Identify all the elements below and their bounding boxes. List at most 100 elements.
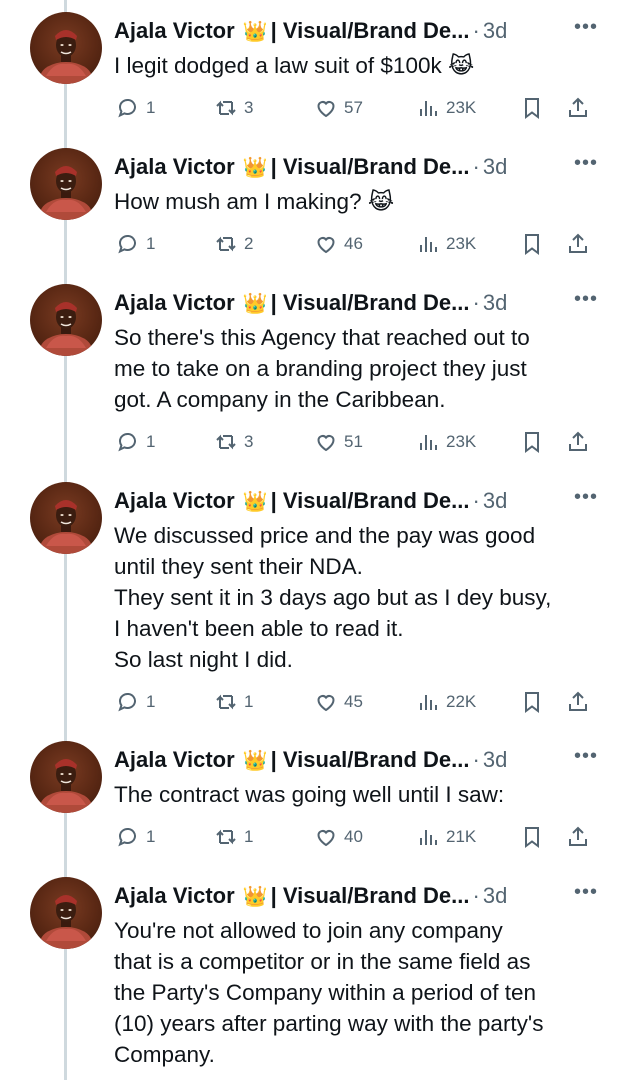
reply-button[interactable]: 1 [116, 822, 155, 852]
retweet-icon [214, 690, 238, 714]
like-icon [314, 690, 338, 714]
like-count: 46 [344, 234, 363, 253]
retweet-icon [214, 825, 238, 849]
author-name[interactable]: Ajala Victor [114, 488, 235, 514]
share-button[interactable] [566, 822, 590, 852]
like-button[interactable]: 40 [314, 822, 363, 852]
bookmark-button[interactable] [520, 93, 544, 123]
timestamp[interactable]: 3d [483, 488, 507, 514]
tweet-text-line: I legit dodged a law suit of $100k 😹 [114, 53, 475, 78]
more-icon[interactable]: ••• [574, 16, 598, 39]
reply-icon [116, 690, 140, 714]
author-name[interactable]: Ajala Victor [114, 290, 235, 316]
avatar[interactable] [30, 148, 102, 220]
tweet-body: How mush am I making? 😹 [114, 186, 592, 217]
tweet-text-line: got. A company in the Caribbean. [114, 387, 446, 412]
retweet-button[interactable]: 3 [214, 427, 253, 457]
avatar[interactable] [30, 12, 102, 84]
timestamp[interactable]: 3d [483, 747, 507, 773]
tweet-text-line: me to take on a branding project they ju… [114, 356, 527, 381]
tweet-header: Ajala Victor 👑 | Visual/Brand De... · 3d [114, 14, 614, 48]
like-button[interactable]: 45 [314, 687, 363, 717]
more-icon[interactable]: ••• [574, 486, 598, 509]
reply-count: 1 [146, 234, 156, 253]
like-count: 45 [344, 692, 363, 711]
avatar[interactable] [30, 741, 102, 813]
like-icon [314, 232, 338, 256]
tweet-text-line: They sent it in 3 days ago but as I dey … [114, 585, 552, 610]
tweet-text-line: the Party's Company within a period of t… [114, 980, 537, 1005]
like-button[interactable]: 51 [314, 427, 363, 457]
timestamp[interactable]: 3d [483, 290, 507, 316]
bookmark-button[interactable] [520, 822, 544, 852]
tweet-header: Ajala Victor 👑 | Visual/Brand De... · 3d [114, 879, 614, 913]
tweet-text-line: How mush am I making? 😹 [114, 189, 395, 214]
separator-dot: · [472, 154, 480, 179]
bookmark-button[interactable] [520, 427, 544, 457]
share-button[interactable] [566, 427, 590, 457]
timestamp[interactable]: 3d [483, 154, 507, 180]
avatar[interactable] [30, 284, 102, 356]
views-button[interactable]: 23K [416, 427, 476, 457]
separator-dot: · [472, 747, 480, 772]
retweet-button[interactable]: 3 [214, 93, 253, 123]
timestamp[interactable]: 3d [483, 883, 507, 909]
views-button[interactable]: 23K [416, 93, 476, 123]
separator-dot: · [472, 488, 480, 513]
bookmark-icon [520, 690, 544, 714]
avatar[interactable] [30, 482, 102, 554]
crown-emoji: 👑 [242, 885, 268, 908]
bookmark-button[interactable] [520, 229, 544, 259]
more-icon[interactable]: ••• [574, 152, 598, 175]
author-title: | Visual/Brand De... [270, 488, 470, 513]
crown-emoji: 👑 [242, 490, 268, 513]
views-count: 23K [446, 432, 477, 451]
reply-button[interactable]: 1 [116, 229, 155, 259]
share-icon [566, 690, 590, 714]
avatar[interactable] [30, 877, 102, 949]
views-button[interactable]: 21K [416, 822, 476, 852]
tweet-body: We discussed price and the pay was good u… [114, 520, 592, 675]
retweet-button[interactable]: 1 [214, 687, 253, 717]
like-button[interactable]: 46 [314, 229, 363, 259]
retweet-button[interactable]: 1 [214, 822, 253, 852]
author-name[interactable]: Ajala Victor [114, 883, 235, 909]
tweet-body: The contract was going well until I saw: [114, 779, 592, 810]
crown-emoji: 👑 [242, 156, 268, 179]
tweet-text-line: So last night I did. [114, 647, 293, 672]
like-icon [314, 96, 338, 120]
share-button[interactable] [566, 687, 590, 717]
bookmark-button[interactable] [520, 687, 544, 717]
tweet-body: You're not allowed to join any company th… [114, 915, 592, 1070]
author-name[interactable]: Ajala Victor [114, 154, 235, 180]
like-icon [314, 825, 338, 849]
share-icon [566, 96, 590, 120]
more-icon[interactable]: ••• [574, 745, 598, 768]
bookmark-icon [520, 232, 544, 256]
author-name[interactable]: Ajala Victor [114, 18, 235, 44]
bookmark-icon [520, 825, 544, 849]
tweet-actions: 1 3 51 23K [114, 427, 592, 457]
tweet-text-line: We discussed price and the pay was good [114, 523, 536, 548]
tweet-actions: 1 1 45 22K [114, 687, 592, 717]
share-button[interactable] [566, 229, 590, 259]
more-icon[interactable]: ••• [574, 881, 598, 904]
retweet-icon [214, 96, 238, 120]
views-button[interactable]: 22K [416, 687, 476, 717]
tweet-text-line: You're not allowed to join any company [114, 918, 503, 943]
reply-button[interactable]: 1 [116, 687, 155, 717]
separator-dot: · [472, 290, 480, 315]
tweet-body: So there's this Agency that reached out … [114, 322, 592, 415]
tweet-text-line: until they sent their NDA. [114, 554, 363, 579]
views-button[interactable]: 23K [416, 229, 476, 259]
more-icon[interactable]: ••• [574, 288, 598, 311]
reply-button[interactable]: 1 [116, 93, 155, 123]
views-count: 21K [446, 827, 477, 846]
like-button[interactable]: 57 [314, 93, 363, 123]
retweet-button[interactable]: 2 [214, 229, 253, 259]
timestamp[interactable]: 3d [483, 18, 507, 44]
reply-button[interactable]: 1 [116, 427, 155, 457]
author-name[interactable]: Ajala Victor [114, 747, 235, 773]
share-icon [566, 430, 590, 454]
share-button[interactable] [566, 93, 590, 123]
